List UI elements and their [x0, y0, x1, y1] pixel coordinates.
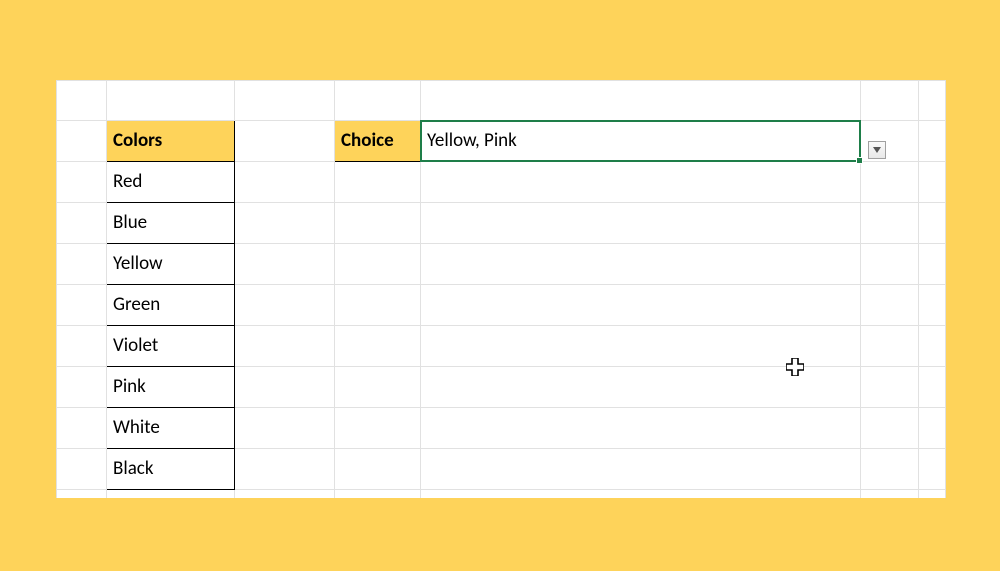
cell[interactable] — [335, 367, 421, 408]
cell[interactable] — [421, 162, 861, 203]
cell[interactable] — [335, 285, 421, 326]
cell-choice-value[interactable]: Yellow, Pink — [421, 121, 861, 162]
color-cell[interactable]: Black — [107, 449, 235, 490]
cell[interactable] — [335, 490, 421, 499]
cell[interactable] — [335, 81, 421, 121]
cell[interactable] — [235, 326, 335, 367]
cell[interactable] — [919, 203, 946, 244]
cell[interactable] — [919, 285, 946, 326]
color-label: Violet — [107, 326, 234, 366]
color-label: Black — [107, 449, 234, 489]
color-cell[interactable]: White — [107, 408, 235, 449]
cell[interactable] — [235, 490, 335, 499]
cell[interactable] — [421, 490, 861, 499]
cell[interactable] — [861, 490, 919, 499]
cell[interactable] — [335, 244, 421, 285]
spreadsheet-grid: Colors Choice Yellow, Pink Red Blue — [56, 80, 946, 498]
cell[interactable] — [421, 326, 861, 367]
cell[interactable] — [919, 449, 946, 490]
cell[interactable] — [57, 121, 107, 162]
cell[interactable] — [919, 367, 946, 408]
cell[interactable] — [57, 326, 107, 367]
cell[interactable] — [57, 285, 107, 326]
color-label: White — [107, 408, 234, 448]
color-cell[interactable]: Green — [107, 285, 235, 326]
color-cell[interactable]: Pink — [107, 367, 235, 408]
cell[interactable] — [861, 203, 919, 244]
cell[interactable] — [57, 367, 107, 408]
data-validation-dropdown-button[interactable] — [868, 141, 886, 159]
cell[interactable] — [421, 449, 861, 490]
cell[interactable] — [107, 81, 235, 121]
cell[interactable] — [235, 203, 335, 244]
cell[interactable] — [335, 203, 421, 244]
cell[interactable] — [57, 162, 107, 203]
cell[interactable] — [861, 244, 919, 285]
color-cell[interactable]: Violet — [107, 326, 235, 367]
header-choice-label: Choice — [335, 121, 420, 161]
cell[interactable] — [421, 367, 861, 408]
header-choice[interactable]: Choice — [335, 121, 421, 162]
cell[interactable] — [861, 367, 919, 408]
color-label: Red — [107, 162, 234, 202]
header-colors-label: Colors — [107, 121, 234, 161]
cell[interactable] — [235, 121, 335, 162]
cell[interactable] — [861, 449, 919, 490]
cell[interactable] — [107, 490, 235, 499]
cell[interactable] — [335, 326, 421, 367]
cell[interactable] — [235, 285, 335, 326]
cell[interactable] — [919, 326, 946, 367]
cell[interactable] — [421, 285, 861, 326]
header-colors[interactable]: Colors — [107, 121, 235, 162]
chevron-down-icon — [873, 147, 881, 153]
cell[interactable] — [57, 81, 107, 121]
spreadsheet-area[interactable]: Colors Choice Yellow, Pink Red Blue — [56, 80, 946, 498]
color-label: Blue — [107, 203, 234, 243]
cell[interactable] — [235, 408, 335, 449]
cell[interactable] — [235, 162, 335, 203]
cell[interactable] — [57, 449, 107, 490]
cell[interactable] — [861, 326, 919, 367]
cell[interactable] — [861, 81, 919, 121]
cell[interactable] — [919, 121, 946, 162]
cell[interactable] — [919, 244, 946, 285]
color-cell[interactable]: Yellow — [107, 244, 235, 285]
cell[interactable] — [235, 81, 335, 121]
cell[interactable] — [919, 81, 946, 121]
cell[interactable] — [57, 490, 107, 499]
color-label: Pink — [107, 367, 234, 407]
color-label: Yellow — [107, 244, 234, 284]
cell[interactable] — [235, 244, 335, 285]
cell[interactable] — [421, 244, 861, 285]
cell[interactable] — [57, 244, 107, 285]
choice-value-text: Yellow, Pink — [421, 121, 860, 161]
color-cell[interactable]: Blue — [107, 203, 235, 244]
cell[interactable] — [861, 162, 919, 203]
cell[interactable] — [335, 449, 421, 490]
cell[interactable] — [57, 408, 107, 449]
cell[interactable] — [421, 203, 861, 244]
cell[interactable] — [335, 162, 421, 203]
cell[interactable] — [421, 81, 861, 121]
cell[interactable] — [57, 203, 107, 244]
cell[interactable] — [335, 408, 421, 449]
cell[interactable] — [861, 285, 919, 326]
cell[interactable] — [919, 408, 946, 449]
cell[interactable] — [235, 449, 335, 490]
cell[interactable] — [919, 162, 946, 203]
cell[interactable] — [861, 408, 919, 449]
cell[interactable] — [235, 367, 335, 408]
cell[interactable] — [421, 408, 861, 449]
color-cell[interactable]: Red — [107, 162, 235, 203]
cell[interactable] — [919, 490, 946, 499]
color-label: Green — [107, 285, 234, 325]
